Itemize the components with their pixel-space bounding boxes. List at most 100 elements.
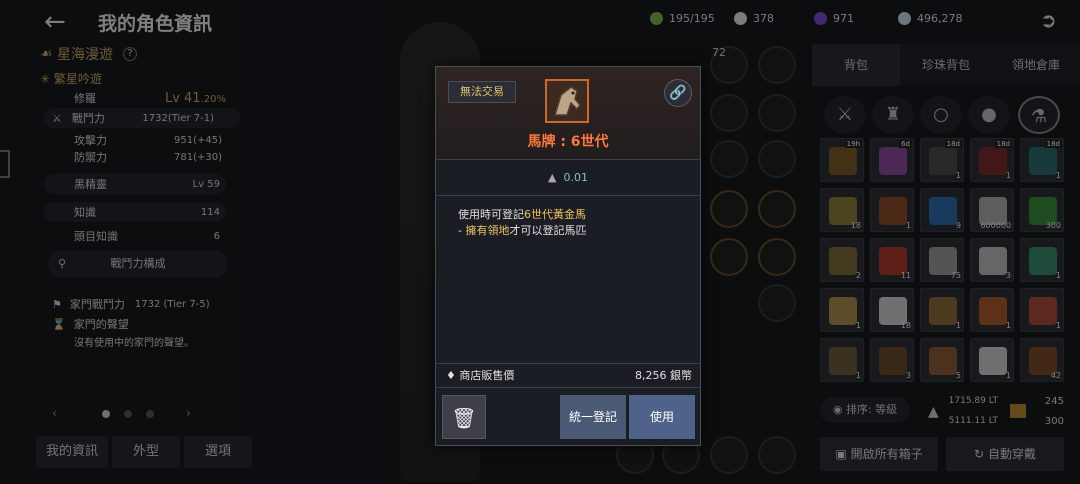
register-all-button[interactable]: 統一登記 xyxy=(560,395,626,439)
sort-button[interactable]: ◉ 排序: 等級 xyxy=(820,397,910,423)
inventory-slot[interactable]: 1 xyxy=(1020,288,1064,332)
cp-compose-button[interactable]: ⚲ 戰鬥力構成 xyxy=(48,250,228,278)
item-count: 1 xyxy=(855,321,861,330)
knowledge-label: 知識 xyxy=(74,206,96,219)
money-bag-icon: ♦ xyxy=(446,369,456,382)
inventory-slot[interactable]: 19h xyxy=(820,138,864,182)
equip-slot[interactable] xyxy=(710,238,748,276)
resource-energy: 195/195 xyxy=(650,9,715,27)
item-icon xyxy=(879,197,907,225)
equip-slot[interactable] xyxy=(710,190,748,228)
inventory-slot[interactable]: 600000 xyxy=(970,188,1014,232)
family-fame-note-row: 沒有使用中的家門的聲望。 xyxy=(40,334,240,349)
tab-appearance[interactable]: 外型 xyxy=(112,436,180,468)
inventory-slot[interactable]: 42 xyxy=(1020,338,1064,382)
equip-slot[interactable] xyxy=(710,140,748,178)
tab-pearl-inventory[interactable]: 珍珠背包 xyxy=(900,44,992,86)
tab-my-info[interactable]: 我的資訊 xyxy=(36,436,108,468)
item-description: 使用時可登記6世代黃金馬 - 擁有領地才可以登記馬匹 xyxy=(458,208,587,237)
weight-current: 1715.89 LT xyxy=(948,396,998,406)
tab-inventory[interactable]: 背包 xyxy=(812,44,900,86)
link-icon[interactable]: 🔗 xyxy=(664,79,692,107)
inventory-slot[interactable]: 1 xyxy=(1020,238,1064,282)
open-all-boxes-button[interactable]: ▣ 開啟所有箱子 xyxy=(820,437,938,471)
boss-knowledge-row: 頭目知識 6 xyxy=(40,228,240,244)
box-icon: ▣ xyxy=(835,447,847,461)
inventory-slot[interactable]: 18 xyxy=(870,288,914,332)
inventory-slot[interactable]: 300 xyxy=(1020,188,1064,232)
filter-accessory-icon[interactable]: ○ xyxy=(920,96,962,134)
filter-consumable-icon[interactable]: ● xyxy=(968,96,1010,134)
item-count: 1 xyxy=(1005,171,1011,180)
attack-value: 951(+45) xyxy=(174,134,222,146)
item-count: 1 xyxy=(955,321,961,330)
page-dot xyxy=(146,410,154,418)
inventory-slot[interactable]: 18d 1 xyxy=(970,138,1014,182)
equip-slot[interactable] xyxy=(758,46,796,84)
item-count: 1 xyxy=(1055,321,1061,330)
slot-number: 72 xyxy=(712,46,726,59)
inventory-slot[interactable]: 1 xyxy=(920,288,964,332)
equip-slot[interactable] xyxy=(758,436,796,474)
inventory-slot[interactable]: 1 xyxy=(870,188,914,232)
equip-slot[interactable] xyxy=(758,140,796,178)
inventory-slot[interactable]: 18 xyxy=(820,188,864,232)
resource-crystal: 971 xyxy=(814,9,854,27)
tab-territory-storage[interactable]: 領地倉庫 xyxy=(992,44,1080,86)
help-icon[interactable]: ? xyxy=(123,47,138,61)
exit-icon[interactable]: ➲ xyxy=(1040,8,1066,34)
inventory-slot[interactable]: 5 xyxy=(920,338,964,382)
inventory-slot[interactable]: 9 xyxy=(920,188,964,232)
filter-armor-icon[interactable]: ♜ xyxy=(872,96,914,134)
star-icon: ✳ xyxy=(40,71,51,86)
prev-page-icon[interactable]: ‹ xyxy=(52,406,57,420)
next-page-icon[interactable]: › xyxy=(186,406,191,420)
inventory-slot[interactable]: 3 xyxy=(870,338,914,382)
inventory-slot[interactable]: 1 xyxy=(970,338,1014,382)
equip-slot[interactable] xyxy=(758,94,796,132)
item-icon xyxy=(979,247,1007,275)
cp-label: 戰鬥力 xyxy=(71,112,105,125)
inventory-slot[interactable]: 1 xyxy=(820,288,864,332)
inventory-slot[interactable]: 3 xyxy=(970,238,1014,282)
inventory-slot[interactable]: 1 xyxy=(970,288,1014,332)
equip-slot[interactable] xyxy=(710,436,748,474)
tab-options[interactable]: 選項 xyxy=(184,436,252,468)
trash-icon[interactable]: 🗑 xyxy=(442,395,486,439)
item-icon xyxy=(929,197,957,225)
item-icon xyxy=(979,347,1007,375)
back-arrow-icon[interactable]: ← xyxy=(44,8,74,36)
defense-value: 781(+30) xyxy=(174,151,222,163)
family-cp-row: ⚑ 家門戰鬥力 1732 (Tier 7-5) xyxy=(40,296,240,312)
use-button[interactable]: 使用 xyxy=(629,395,695,439)
item-count: 3 xyxy=(905,371,911,380)
item-count: 1 xyxy=(1055,171,1061,180)
equip-slot[interactable] xyxy=(758,284,796,322)
character-name: 繁星吟遊 xyxy=(53,72,102,86)
filter-misc-icon[interactable]: ⚗ xyxy=(1018,96,1060,134)
inventory-slot[interactable]: 6d xyxy=(870,138,914,182)
filter-weapon-icon[interactable]: ⚔ xyxy=(824,96,866,134)
inventory-slot[interactable]: 1 xyxy=(820,338,864,382)
resource-silver: 496,278 xyxy=(898,9,963,27)
inventory-slot[interactable]: 11 xyxy=(870,238,914,282)
family-cp-label: 家門戰鬥力 xyxy=(69,298,125,311)
divider xyxy=(436,195,700,196)
item-count: 600000 xyxy=(980,221,1011,230)
inventory-slot[interactable]: 2 xyxy=(820,238,864,282)
level: Lv 41 xyxy=(164,90,201,106)
horse-emblem-icon xyxy=(545,79,589,123)
inventory-slot[interactable]: 75 xyxy=(920,238,964,282)
timer-badge: 18d xyxy=(994,140,1012,148)
inventory-slot[interactable]: 18d 1 xyxy=(920,138,964,182)
equip-slot[interactable] xyxy=(758,238,796,276)
equip-slot[interactable] xyxy=(758,190,796,228)
page-dot-active xyxy=(102,410,110,418)
side-handle[interactable] xyxy=(0,150,10,178)
equip-slot[interactable] xyxy=(710,94,748,132)
item-count: 42 xyxy=(1050,371,1061,380)
inventory-slot[interactable]: 18d 1 xyxy=(1020,138,1064,182)
sort-icon: ◉ xyxy=(832,403,843,416)
timer-badge: 19h xyxy=(844,140,862,148)
auto-equip-button[interactable]: ↻ 自動穿戴 xyxy=(946,437,1064,471)
